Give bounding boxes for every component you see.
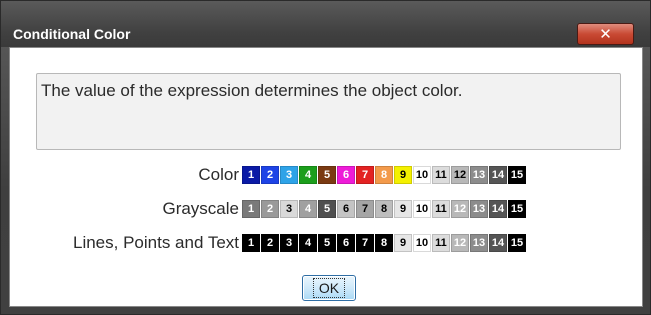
expression-description: The value of the expression determines t… bbox=[41, 81, 463, 100]
swatch-9: 9 bbox=[394, 234, 412, 252]
swatch-10: 10 bbox=[413, 234, 431, 252]
swatch-14: 14 bbox=[489, 234, 507, 252]
swatch-5: 5 bbox=[318, 166, 336, 184]
swatch-9: 9 bbox=[394, 166, 412, 184]
swatch-9: 9 bbox=[394, 200, 412, 218]
swatch-14: 14 bbox=[489, 200, 507, 218]
lines-points-text-swatches: 1 2 3 4 5 6 7 8 9 10 11 12 13 14 15 bbox=[242, 234, 526, 252]
swatch-4: 4 bbox=[299, 200, 317, 218]
swatch-1: 1 bbox=[242, 234, 260, 252]
swatch-11: 11 bbox=[432, 166, 450, 184]
grayscale-row: Grayscale 1 2 3 4 5 6 7 8 9 10 11 12 13 14 15 bbox=[10, 199, 642, 219]
swatch-14: 14 bbox=[489, 166, 507, 184]
swatch-7: 7 bbox=[356, 200, 374, 218]
swatch-7: 7 bbox=[356, 166, 374, 184]
ok-button-label: OK bbox=[312, 278, 346, 298]
swatch-6: 6 bbox=[337, 166, 355, 184]
ok-button[interactable]: OK bbox=[302, 275, 356, 301]
dialog-title: Conditional Color bbox=[13, 26, 131, 42]
color-row-label: Color bbox=[198, 165, 239, 184]
swatch-5: 5 bbox=[318, 200, 336, 218]
swatch-2: 2 bbox=[261, 166, 279, 184]
swatch-2: 2 bbox=[261, 200, 279, 218]
swatch-8: 8 bbox=[375, 200, 393, 218]
swatch-3: 3 bbox=[280, 200, 298, 218]
swatch-4: 4 bbox=[299, 166, 317, 184]
swatch-15: 15 bbox=[508, 200, 526, 218]
swatch-10: 10 bbox=[413, 200, 431, 218]
swatch-7: 7 bbox=[356, 234, 374, 252]
swatch-10: 10 bbox=[413, 166, 431, 184]
swatch-6: 6 bbox=[337, 234, 355, 252]
swatch-4: 4 bbox=[299, 234, 317, 252]
grayscale-swatches: 1 2 3 4 5 6 7 8 9 10 11 12 13 14 15 bbox=[242, 200, 526, 218]
swatch-3: 3 bbox=[280, 234, 298, 252]
swatch-12: 12 bbox=[451, 166, 469, 184]
dialog-window: Conditional Color ✕ The value of the exp… bbox=[0, 0, 651, 315]
close-button[interactable]: ✕ bbox=[577, 23, 634, 45]
swatch-13: 13 bbox=[470, 166, 488, 184]
swatch-1: 1 bbox=[242, 200, 260, 218]
lines-points-text-row: Lines, Points and Text 1 2 3 4 5 6 7 8 9 10 11 12 13… bbox=[10, 233, 642, 253]
swatch-13: 13 bbox=[470, 234, 488, 252]
color-row: Color 1 2 3 4 5 6 7 8 9 10 11 12 13 14 15 bbox=[10, 165, 642, 185]
swatch-3: 3 bbox=[280, 166, 298, 184]
swatch-1: 1 bbox=[242, 166, 260, 184]
grayscale-row-label: Grayscale bbox=[162, 199, 239, 218]
swatch-2: 2 bbox=[261, 234, 279, 252]
title-bar[interactable]: Conditional Color ✕ bbox=[1, 1, 650, 47]
swatch-13: 13 bbox=[470, 200, 488, 218]
color-swatches: 1 2 3 4 5 6 7 8 9 10 11 12 13 14 15 bbox=[242, 166, 526, 184]
swatch-15: 15 bbox=[508, 166, 526, 184]
swatch-5: 5 bbox=[318, 234, 336, 252]
swatch-8: 8 bbox=[375, 234, 393, 252]
dialog-body: The value of the expression determines t… bbox=[9, 47, 643, 307]
lines-points-text-row-label: Lines, Points and Text bbox=[72, 233, 239, 252]
swatch-11: 11 bbox=[432, 234, 450, 252]
swatch-15: 15 bbox=[508, 234, 526, 252]
swatch-12: 12 bbox=[451, 234, 469, 252]
swatch-11: 11 bbox=[432, 200, 450, 218]
expression-description-box: The value of the expression determines t… bbox=[36, 73, 621, 150]
swatch-8: 8 bbox=[375, 166, 393, 184]
swatch-12: 12 bbox=[451, 200, 469, 218]
close-icon: ✕ bbox=[599, 24, 612, 43]
swatch-6: 6 bbox=[337, 200, 355, 218]
